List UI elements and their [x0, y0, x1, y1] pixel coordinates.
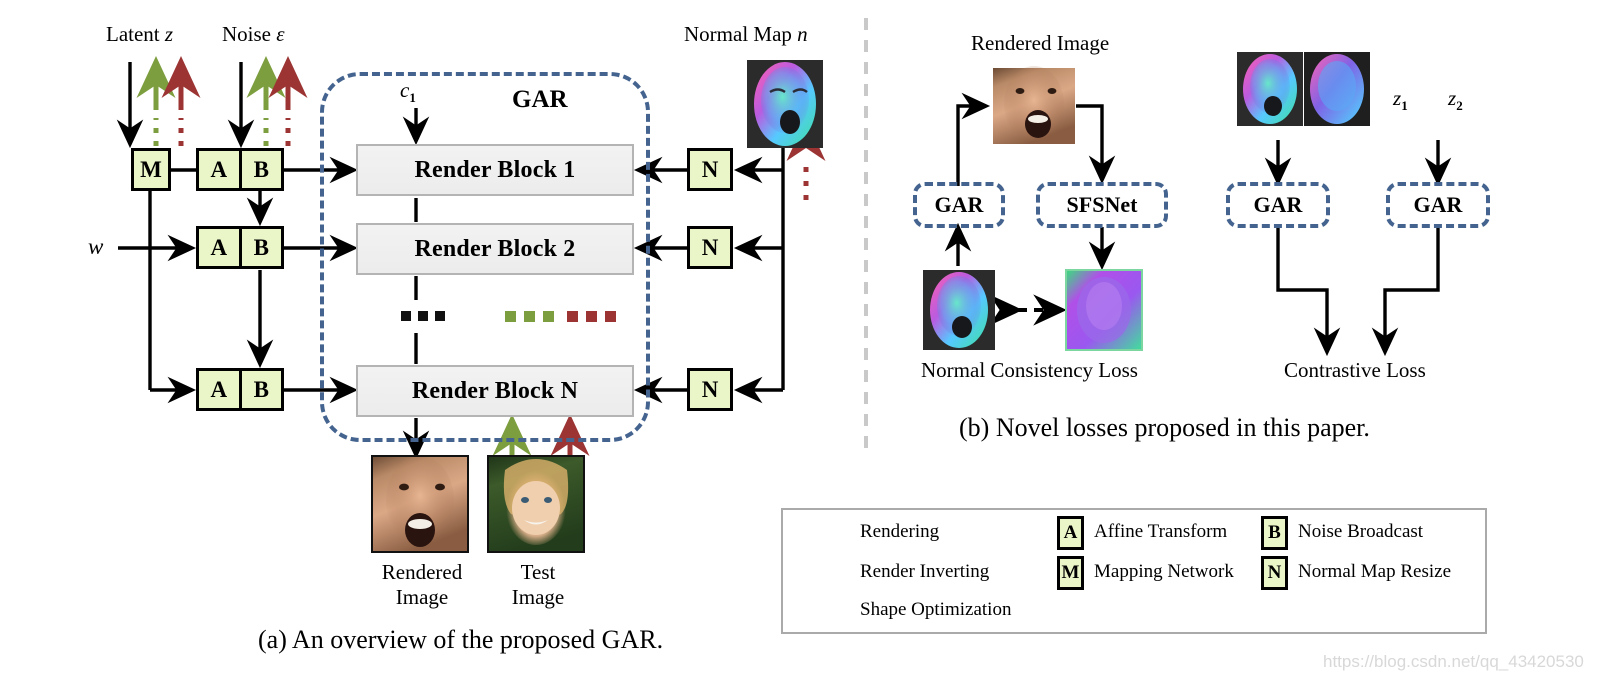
noise-text: Noise [222, 22, 271, 46]
noise-label: Noise ε [222, 22, 285, 47]
test-image-line2: Image [511, 585, 565, 609]
test-image-line1: Test [520, 560, 556, 584]
z2-label: z2 [1448, 86, 1463, 114]
thumb-normal-map-b-left [923, 270, 995, 350]
render-block-1[interactable]: Render Block 1 [356, 144, 634, 196]
legend-label-mapping: Mapping Network [1094, 561, 1234, 582]
thumb-test-image [487, 455, 585, 553]
legend-arrow-label-render-inverting: Render Inverting [860, 561, 990, 582]
latent-symbol: z [164, 22, 174, 46]
thumb-rendered-image-a [371, 455, 469, 553]
c1-label: c1 [400, 78, 416, 106]
thumb-contrastive-normal-2 [1304, 52, 1370, 126]
affine-box-1[interactable]: A [199, 151, 242, 188]
affine-box-2[interactable]: A [199, 229, 242, 266]
watermark: https://blog.csdn.net/qq_43420530 [1323, 652, 1584, 671]
normal-map-text: Normal Map [684, 22, 792, 46]
test-image-caption: Test Image [493, 560, 583, 610]
style-row-3[interactable]: A B [196, 368, 284, 411]
rendered-image-line1: Rendered [381, 560, 463, 584]
normal-resize-box-1[interactable]: N [687, 148, 733, 191]
render-block-n[interactable]: Render Block N [356, 365, 634, 417]
z1-label: z1 [1393, 86, 1408, 114]
style-row-1[interactable]: A B [196, 148, 284, 191]
render-block-2[interactable]: Render Block 2 [356, 223, 634, 275]
legend-box-affine: A [1057, 516, 1084, 550]
normal-resize-box-2[interactable]: N [687, 226, 733, 269]
thumb-predicted-normal [1065, 269, 1143, 351]
noise-broadcast-box-2[interactable]: B [242, 229, 282, 266]
c1-subscript: 1 [409, 90, 416, 106]
latent-text: Latent [106, 22, 160, 46]
thumb-normal-map-input [747, 60, 823, 148]
w-symbol-label: w [88, 234, 104, 259]
noise-broadcast-box-1[interactable]: B [242, 151, 282, 188]
legend-arrow-label-rendering: Rendering [860, 521, 940, 542]
legend-box-noise-broadcast: B [1261, 516, 1288, 550]
mapping-network-box[interactable]: M [131, 148, 171, 191]
contrastive-loss-label: Contrastive Loss [1284, 358, 1426, 382]
rendered-image-line2: Image [395, 585, 449, 609]
legend-label-affine: Affine Transform [1094, 521, 1228, 542]
latent-label: Latent z [106, 22, 173, 47]
noise-broadcast-box-3[interactable]: B [242, 371, 282, 408]
legend-box-mapping: M [1057, 556, 1084, 590]
gar-title: GAR [512, 86, 568, 113]
c1-symbol: c [400, 78, 410, 102]
gar-module-contrastive-1[interactable]: GAR [1226, 182, 1330, 228]
normal-map-label: Normal Map n [684, 22, 808, 47]
rendered-image-caption: Rendered Image [377, 560, 467, 610]
legend-box-normal-resize: N [1261, 556, 1288, 590]
z1-symbol: z [1393, 86, 1402, 110]
panel-b-rendered-image-label: Rendered Image [971, 31, 1110, 55]
style-row-2[interactable]: A B [196, 226, 284, 269]
z2-symbol: z [1448, 86, 1457, 110]
legend-arrow-label-shape-optimization: Shape Optimization [860, 599, 1012, 620]
z2-subscript: 2 [1456, 98, 1463, 114]
caption-a: (a) An overview of the proposed GAR. [258, 625, 664, 654]
z1-subscript: 1 [1401, 98, 1408, 114]
normal-resize-box-3[interactable]: N [687, 368, 733, 411]
thumb-rendered-image-b [993, 66, 1075, 144]
caption-b: (b) Novel losses proposed in this paper. [959, 413, 1370, 442]
gar-module-left[interactable]: GAR [913, 182, 1005, 228]
gar-module-contrastive-2[interactable]: GAR [1386, 182, 1490, 228]
noise-symbol: ε [276, 22, 285, 46]
sfsnet-module[interactable]: SFSNet [1036, 182, 1168, 228]
legend-label-normal-resize: Normal Map Resize [1298, 561, 1452, 582]
normal-consistency-loss-label: Normal Consistency Loss [921, 358, 1138, 382]
normal-map-symbol: n [797, 22, 808, 46]
affine-box-3[interactable]: A [199, 371, 242, 408]
thumb-contrastive-normal-1 [1237, 52, 1303, 126]
legend-label-noise-broadcast: Noise Broadcast [1298, 521, 1424, 542]
